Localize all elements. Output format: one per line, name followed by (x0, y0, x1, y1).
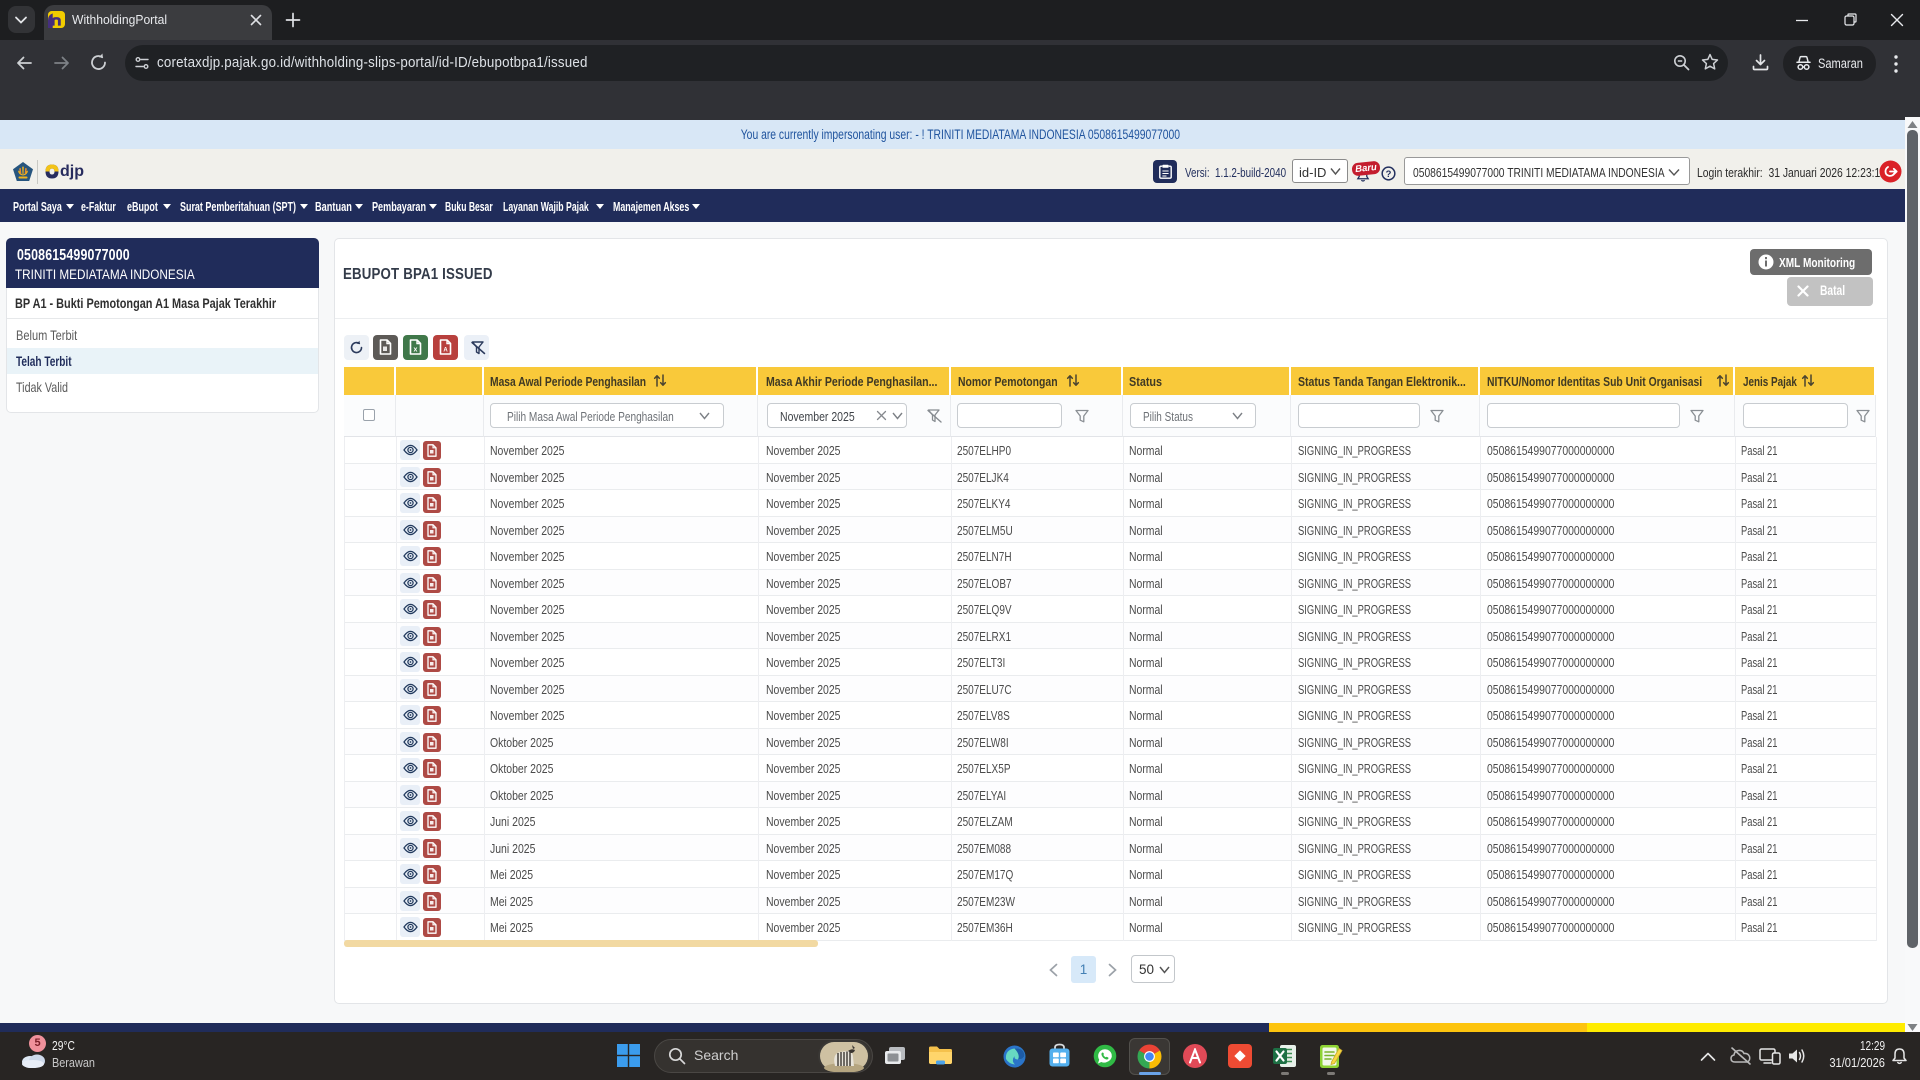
svg-text:?: ? (1386, 169, 1392, 180)
svg-text:A: A (443, 348, 448, 354)
svg-text:x: x (414, 347, 418, 354)
